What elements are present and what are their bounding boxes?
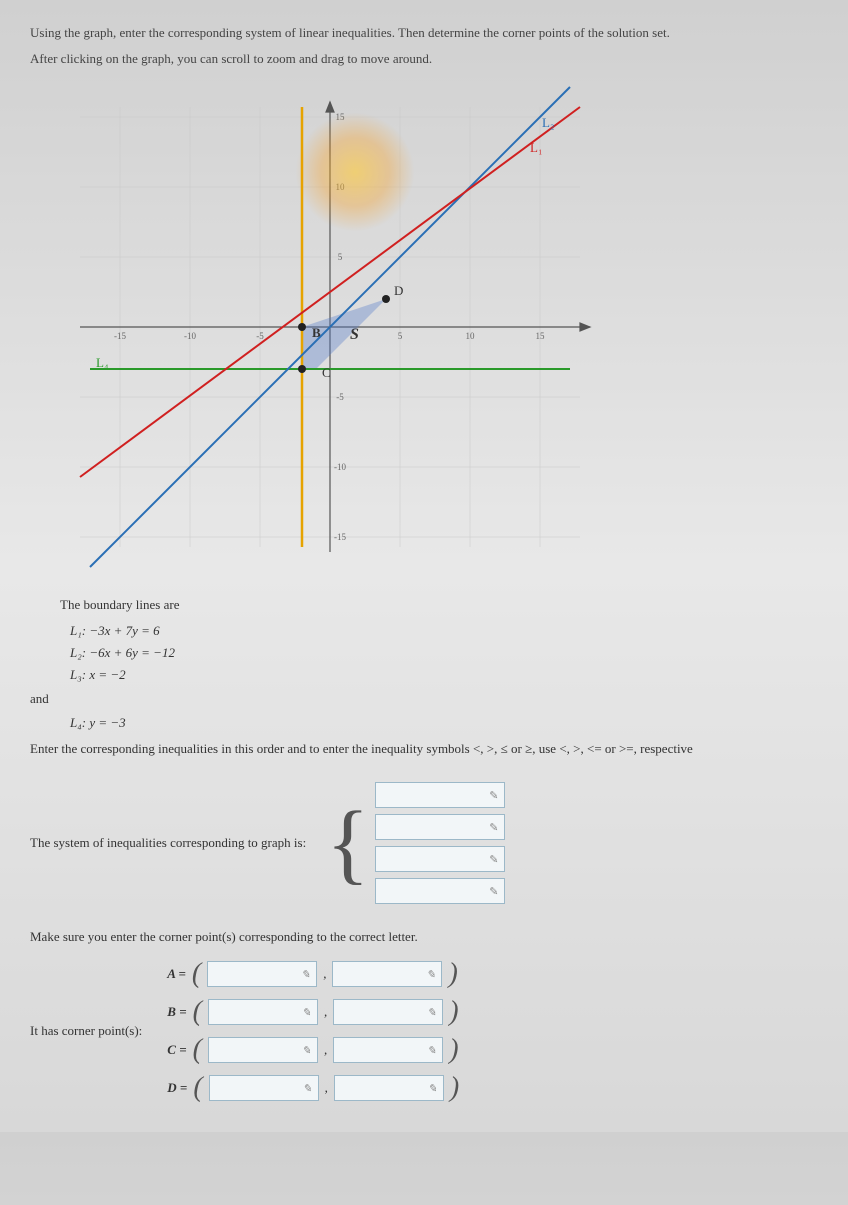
- svg-text:D: D: [394, 283, 403, 298]
- svg-text:5: 5: [338, 252, 343, 262]
- paren-close: ): [449, 1001, 458, 1023]
- graph[interactable]: -15 -10 -5 5 10 15 15 10 5 -5 -10 -15 B S C D L₂…: [50, 77, 610, 577]
- a-x-input[interactable]: ✎: [207, 961, 317, 987]
- ineq-input-4[interactable]: ✎: [375, 878, 505, 904]
- paren-open: (: [193, 1039, 202, 1061]
- pencil-icon: ✎: [428, 1082, 437, 1095]
- paren-close: ): [450, 1077, 459, 1099]
- enter-prompt: Enter the corresponding inequalities in …: [30, 741, 818, 757]
- comma: ,: [324, 1004, 327, 1020]
- b-x-input[interactable]: ✎: [208, 999, 318, 1025]
- svg-text:C: C: [322, 365, 331, 380]
- pencil-icon: ✎: [301, 968, 310, 981]
- eq-l4: L₄: y = −3: [70, 715, 818, 731]
- comma: ,: [323, 966, 326, 982]
- pencil-icon: ✎: [489, 853, 498, 866]
- svg-text:L₄: L₄: [96, 355, 109, 370]
- pencil-icon: ✎: [489, 885, 498, 898]
- brace-icon: {: [326, 803, 369, 884]
- a-y-input[interactable]: ✎: [332, 961, 442, 987]
- svg-text:10: 10: [466, 331, 476, 341]
- corner-heading: It has corner point(s):: [30, 1023, 142, 1039]
- paren-close: ): [448, 963, 457, 985]
- point-b: [298, 323, 306, 331]
- point-c: [298, 365, 306, 373]
- svg-text:S: S: [350, 326, 359, 343]
- d-x-input[interactable]: ✎: [209, 1075, 319, 1101]
- b-y-input[interactable]: ✎: [333, 999, 443, 1025]
- paren-open: (: [193, 1077, 202, 1099]
- svg-text:L₂: L₂: [542, 115, 554, 130]
- eq-l1: L₁: −3x + 7y = 6: [70, 623, 818, 639]
- svg-text:10: 10: [336, 182, 346, 192]
- label-c: C =: [167, 1042, 186, 1058]
- c-x-input[interactable]: ✎: [208, 1037, 318, 1063]
- paren-close: ): [449, 1039, 458, 1061]
- svg-text:-15: -15: [114, 331, 126, 341]
- hint-text: Make sure you enter the corner point(s) …: [30, 929, 818, 945]
- svg-text:-15: -15: [334, 532, 346, 542]
- svg-text:5: 5: [398, 331, 403, 341]
- graph-svg: -15 -10 -5 5 10 15 15 10 5 -5 -10 -15 B S C D L₂…: [50, 77, 610, 577]
- comma: ,: [325, 1080, 328, 1096]
- c-y-input[interactable]: ✎: [333, 1037, 443, 1063]
- eq-l3: L₃: x = −2: [70, 667, 818, 683]
- svg-text:B: B: [312, 325, 321, 340]
- d-y-input[interactable]: ✎: [334, 1075, 444, 1101]
- pencil-icon: ✎: [489, 821, 498, 834]
- label-a: A =: [167, 966, 186, 982]
- svg-text:15: 15: [336, 112, 346, 122]
- ineq-input-2[interactable]: ✎: [375, 814, 505, 840]
- paren-open: (: [192, 963, 201, 985]
- pencil-icon: ✎: [302, 1044, 311, 1057]
- system-label: The system of inequalities corresponding…: [30, 835, 306, 851]
- label-d: D =: [167, 1080, 187, 1096]
- point-d: [382, 295, 390, 303]
- pencil-icon: ✎: [302, 1006, 311, 1019]
- ineq-input-1[interactable]: ✎: [375, 782, 505, 808]
- svg-text:L₁: L₁: [530, 140, 542, 155]
- and-label: and: [30, 691, 818, 707]
- label-b: B =: [167, 1004, 186, 1020]
- pencil-icon: ✎: [489, 789, 498, 802]
- pencil-icon: ✎: [302, 1082, 311, 1095]
- pencil-icon: ✎: [427, 1044, 436, 1057]
- paren-open: (: [193, 1001, 202, 1023]
- svg-text:-5: -5: [336, 392, 344, 402]
- boundary-heading: The boundary lines are: [60, 597, 818, 613]
- instruction-1: Using the graph, enter the corresponding…: [30, 25, 818, 41]
- svg-text:-5: -5: [256, 331, 264, 341]
- pencil-icon: ✎: [426, 968, 435, 981]
- comma: ,: [324, 1042, 327, 1058]
- eq-l2: L₂: −6x + 6y = −12: [70, 645, 818, 661]
- svg-text:-10: -10: [184, 331, 196, 341]
- pencil-icon: ✎: [427, 1006, 436, 1019]
- svg-text:-10: -10: [334, 462, 346, 472]
- svg-text:15: 15: [536, 331, 546, 341]
- ineq-input-3[interactable]: ✎: [375, 846, 505, 872]
- instruction-2: After clicking on the graph, you can scr…: [30, 51, 818, 67]
